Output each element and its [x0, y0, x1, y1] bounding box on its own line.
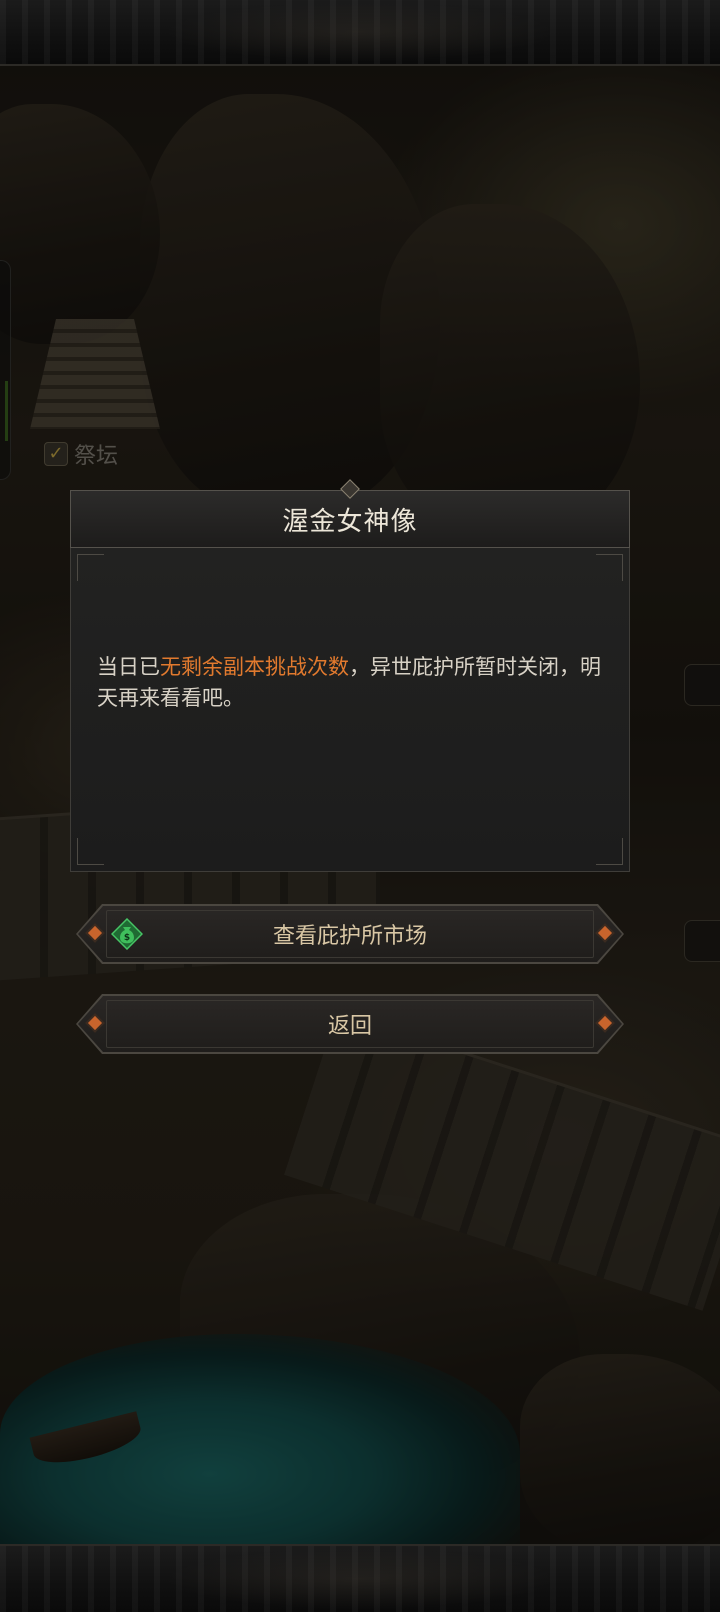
dialog-message: 当日已无剩余副本挑战次数，异世庇护所暂时关闭，明天再来看看吧。: [97, 652, 607, 714]
message-highlight: 无剩余副本挑战次数: [160, 655, 349, 679]
view-market-label: 查看庇护所市场: [272, 924, 427, 949]
back-label: 返回: [327, 1014, 372, 1039]
dialog-title: 渥金女神像: [282, 506, 418, 537]
game-screen: ✓ 祭坛 渥金女神像 当日已无剩余副本挑战次数，异世庇护所暂时关闭，明天再来看看…: [0, 0, 720, 1612]
top-frame-bar: [0, 0, 720, 66]
view-market-button[interactable]: $ 查看庇护所市场: [76, 904, 624, 964]
statue-dialog: 渥金女神像 当日已无剩余副本挑战次数，异世庇护所暂时关闭，明天再来看看吧。: [70, 479, 630, 872]
bottom-frame-bar: [0, 1544, 720, 1612]
back-button[interactable]: 返回: [76, 994, 624, 1054]
dialog-body: 当日已无剩余副本挑战次数，异世庇护所暂时关闭，明天再来看看吧。: [70, 548, 630, 872]
message-prefix: 当日已: [97, 655, 160, 679]
